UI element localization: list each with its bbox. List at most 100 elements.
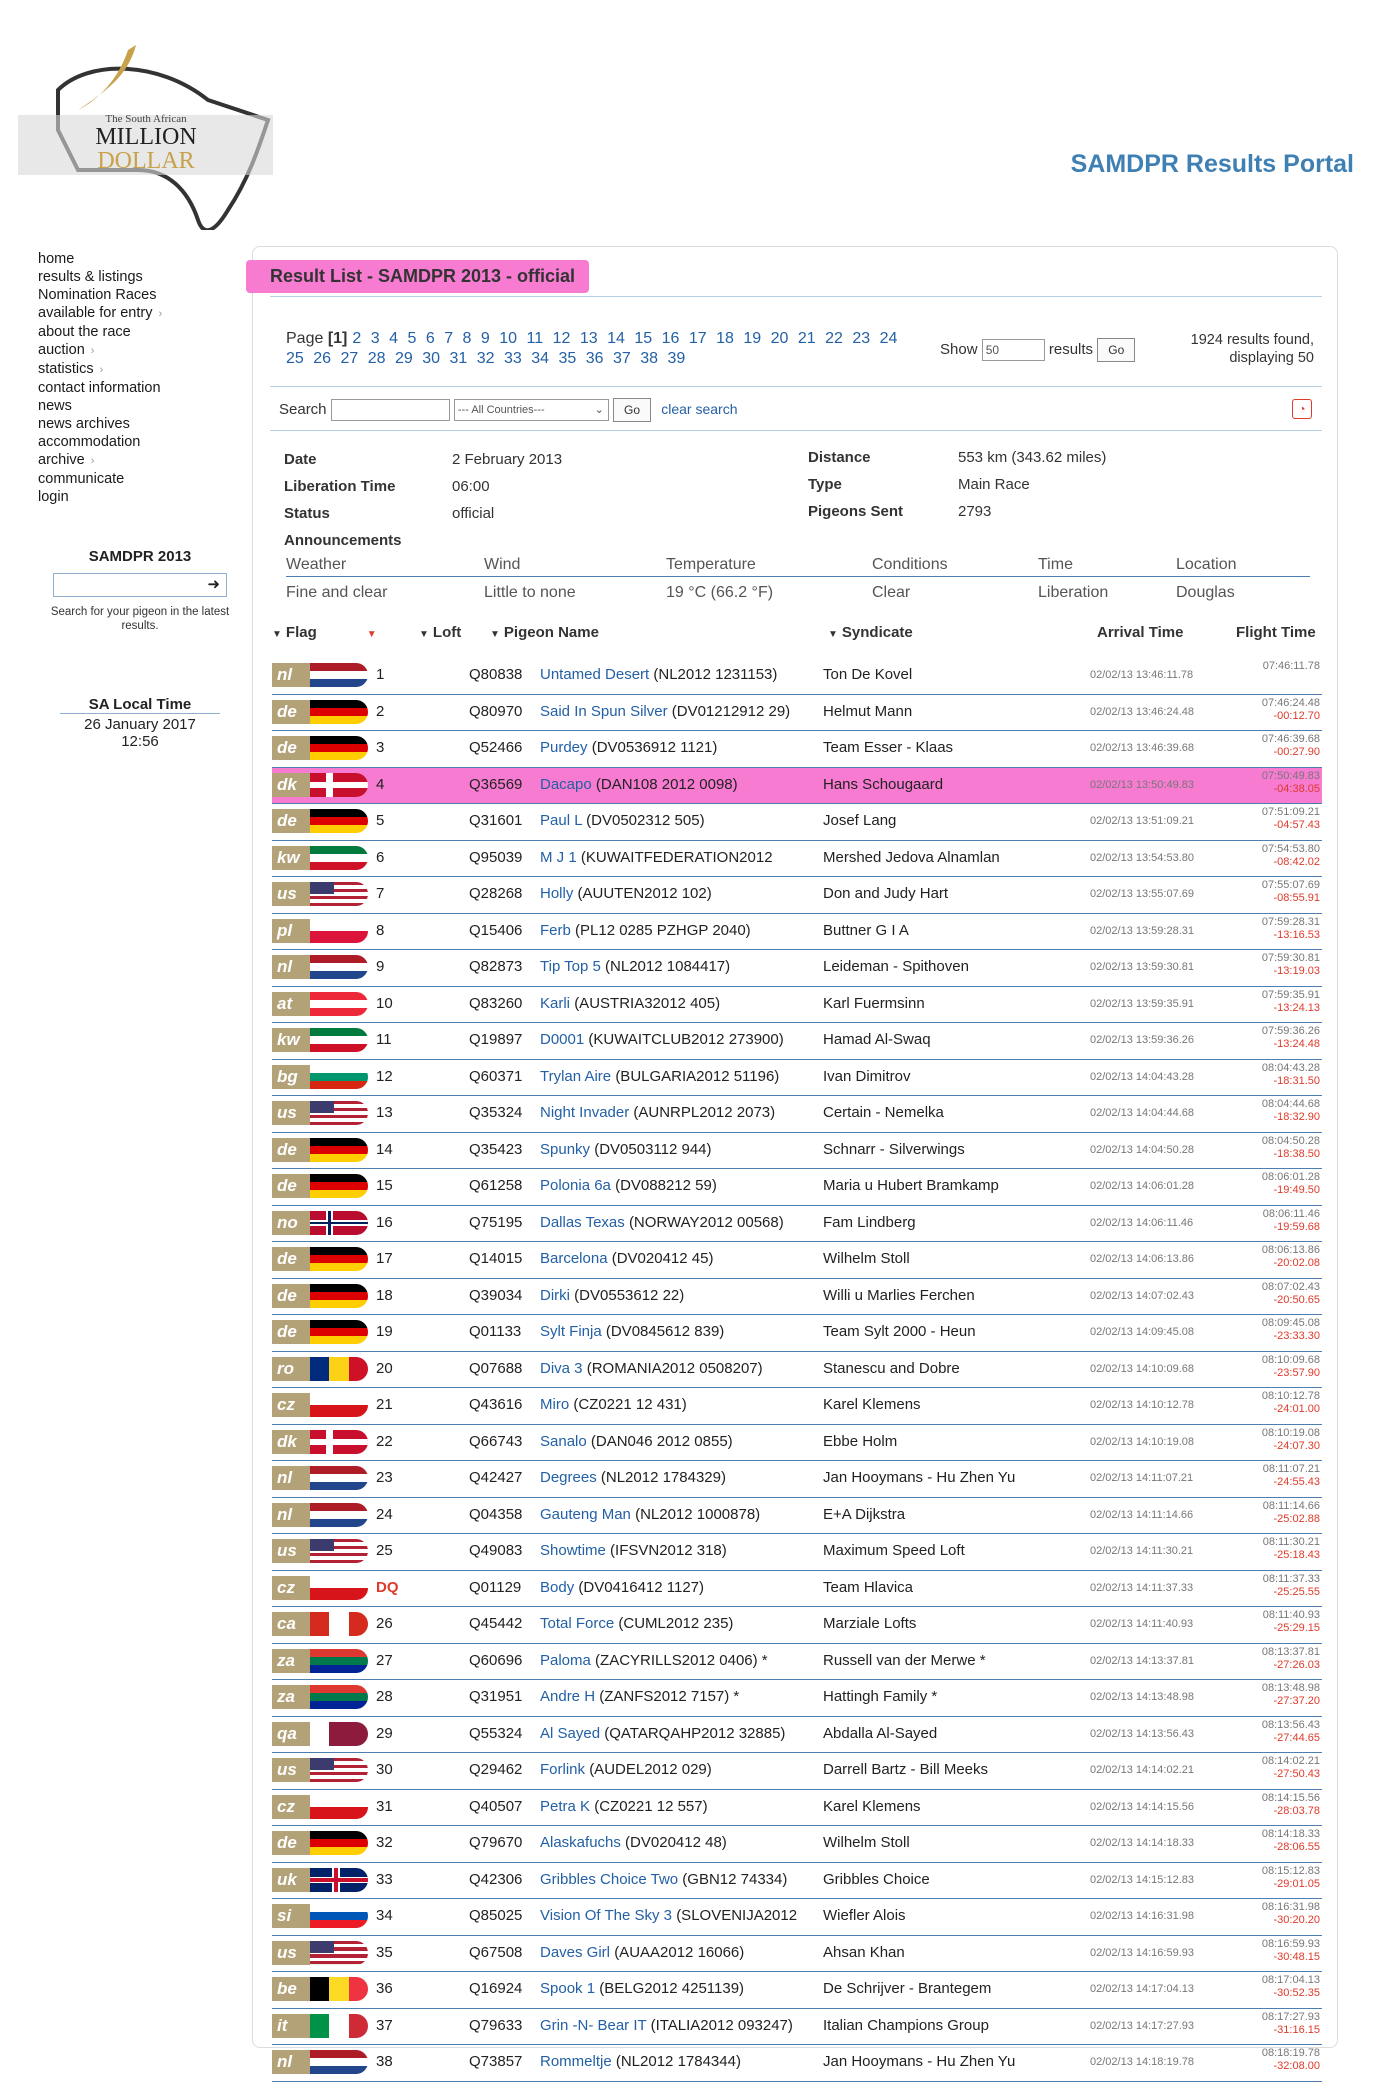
col-flight[interactable]: Flight Time (1236, 624, 1316, 641)
pigeon-name-link[interactable]: Karli (540, 995, 570, 1012)
table-row[interactable]: cz 31 Q40507 Petra K (CZ0221 12 557) Karel K… (272, 1790, 1322, 1826)
col-syndicate[interactable]: ▼ Syndicate (828, 624, 913, 641)
table-row[interactable]: de 14 Q35423 Spunky (DV0503112 944) Schnarr … (272, 1133, 1322, 1169)
pigeon-name-link[interactable]: M J 1 (540, 849, 577, 866)
page-link[interactable]: 13 (580, 330, 598, 347)
table-row[interactable]: us 13 Q35324 Night Invader (AUNRPL2012 2073… (272, 1096, 1322, 1133)
pigeon-name-link[interactable]: Vision Of The Sky 3 (540, 1907, 672, 1924)
table-row[interactable]: nl 24 Q04358 Gauteng Man (NL2012 1000878) E+… (272, 1498, 1322, 1534)
page-link[interactable]: 32 (477, 350, 495, 367)
pigeon-name-link[interactable]: Diva 3 (540, 1360, 583, 1377)
page-link[interactable]: 35 (559, 350, 577, 367)
pigeon-name-link[interactable]: Spunky (540, 1141, 590, 1158)
nav-statistics[interactable]: statistics › (38, 360, 162, 379)
table-row[interactable]: de 18 Q39034 Dirki (DV0553612 22) Willi u Ma… (272, 1279, 1322, 1315)
pigeon-name-link[interactable]: Polonia 6a (540, 1177, 611, 1194)
page-link[interactable]: 34 (531, 350, 549, 367)
page-link[interactable]: 8 (463, 330, 472, 347)
table-row[interactable]: it 37 Q79633 Grin -N- Bear IT (ITALIA2012 0… (272, 2009, 1322, 2045)
table-row[interactable]: de 32 Q79670 Alaskafuchs (DV020412 48) Wilhe… (272, 1826, 1322, 1863)
page-link[interactable]: 19 (743, 330, 761, 347)
page-link[interactable]: 12 (553, 330, 571, 347)
table-row[interactable]: nl 9 Q82873 Tip Top 5 (NL2012 1084417) Leide… (272, 950, 1322, 987)
pigeon-name-link[interactable]: Sanalo (540, 1433, 587, 1450)
page-link[interactable]: 5 (407, 330, 416, 347)
page-link[interactable]: 38 (640, 350, 658, 367)
pigeon-name-link[interactable]: Spook 1 (540, 1980, 595, 1997)
pigeon-name-link[interactable]: Al Sayed (540, 1725, 600, 1742)
table-row[interactable]: uk 33 Q42306 Gribbles Choice Two (GBN12 743… (272, 1863, 1322, 1899)
table-row[interactable]: dk 22 Q66743 Sanalo (DAN046 2012 0855) Ebbe … (272, 1425, 1322, 1461)
col-pigeon-name[interactable]: ▼ Pigeon Name (490, 624, 599, 641)
pigeon-name-link[interactable]: Body (540, 1579, 574, 1596)
pigeon-name-link[interactable]: Forlink (540, 1761, 585, 1778)
page-link[interactable]: 29 (395, 350, 413, 367)
page-link[interactable]: 2 (352, 330, 361, 347)
pigeon-name-link[interactable]: Dallas Texas (540, 1214, 625, 1231)
table-row[interactable]: cz DQ Q01129 Body (DV0416412 1127) Team Hlav… (272, 1571, 1322, 1607)
pigeon-name-link[interactable]: Gauteng Man (540, 1506, 631, 1523)
nav-news-archives[interactable]: news archives (38, 415, 162, 433)
pigeon-name-link[interactable]: Grin -N- Bear IT (540, 2017, 646, 2034)
page-link[interactable]: 31 (450, 350, 468, 367)
table-row[interactable]: ca 26 Q45442 Total Force (CUML2012 235) Marz… (272, 1607, 1322, 1644)
page-link[interactable]: 22 (825, 330, 843, 347)
pigeon-name-link[interactable]: Tip Top 5 (540, 958, 601, 975)
table-row[interactable]: nl 23 Q42427 Degrees (NL2012 1784329) Jan Ho… (272, 1461, 1322, 1498)
table-row[interactable]: de 19 Q01133 Sylt Finja (DV0845612 839) Team… (272, 1315, 1322, 1352)
page-link[interactable]: 7 (444, 330, 453, 347)
nav-available[interactable]: available for entry › (38, 304, 162, 323)
page-link[interactable]: 25 (286, 350, 304, 367)
page-link[interactable]: 27 (341, 350, 359, 367)
table-row[interactable]: ro 20 Q07688 Diva 3 (ROMANIA2012 0508207) St… (272, 1352, 1322, 1388)
pigeon-name-link[interactable]: Dirki (540, 1287, 570, 1304)
show-go-button[interactable]: Go (1097, 338, 1136, 362)
pigeon-name-link[interactable]: Daves Girl (540, 1944, 610, 1961)
show-count-input[interactable]: 50 (981, 339, 1045, 361)
pigeon-name-link[interactable]: Said In Spun Silver (540, 703, 668, 720)
nav-nomination[interactable]: Nomination Races (38, 286, 162, 304)
table-row[interactable]: kw 11 Q19897 D0001 (KUWAITCLUB2012 273900) H… (272, 1023, 1322, 1060)
pigeon-name-link[interactable]: Rommeltje (540, 2053, 612, 2070)
table-row[interactable]: no 16 Q75195 Dallas Texas (NORWAY2012 00568… (272, 1206, 1322, 1242)
page-link[interactable]: 14 (607, 330, 625, 347)
pigeon-name-link[interactable]: Miro (540, 1396, 569, 1413)
pigeon-name-link[interactable]: Paloma (540, 1652, 591, 1669)
page-link[interactable]: 20 (771, 330, 789, 347)
table-row[interactable]: nl 38 Q73857 Rommeltje (NL2012 1784344) Jan … (272, 2045, 1322, 2082)
table-row[interactable]: de 2 Q80970 Said In Spun Silver (DV01212912… (272, 695, 1322, 731)
table-row[interactable]: si 34 Q85025 Vision Of The Sky 3 (SLOVENIJA… (272, 1899, 1322, 1936)
pigeon-name-link[interactable]: Untamed Desert (540, 666, 649, 683)
table-row[interactable]: cz 21 Q43616 Miro (CZ0221 12 431) Karel Klem… (272, 1388, 1322, 1425)
page-link[interactable]: 23 (852, 330, 870, 347)
rss-feed-icon[interactable]: ◔ (1292, 399, 1312, 419)
table-row[interactable]: at 10 Q83260 Karli (AUSTRIA32012 405) Karl F… (272, 987, 1322, 1023)
page-link[interactable]: 3 (371, 330, 380, 347)
table-row[interactable]: de 3 Q52466 Purdey (DV0536912 1121) Team Ess… (272, 731, 1322, 768)
page-link[interactable]: 30 (422, 350, 440, 367)
nav-about[interactable]: about the race (38, 323, 162, 341)
pigeon-name-link[interactable]: Night Invader (540, 1104, 629, 1121)
table-row[interactable]: bg 12 Q60371 Trylan Aire (BULGARIA2012 5119… (272, 1060, 1322, 1096)
table-row[interactable]: de 15 Q61258 Polonia 6a (DV088212 59) Maria … (272, 1169, 1322, 1206)
pigeon-name-link[interactable]: Dacapo (540, 776, 592, 793)
nav-accommodation[interactable]: accommodation (38, 433, 162, 451)
table-row[interactable]: qa 29 Q55324 Al Sayed (QATARQAHP2012 32885)… (272, 1717, 1322, 1753)
pigeon-search-input[interactable]: ➜ (53, 573, 227, 597)
pigeon-name-link[interactable]: Paul L (540, 812, 582, 829)
page-link[interactable]: 4 (389, 330, 398, 347)
page-link[interactable]: 10 (499, 330, 517, 347)
page-link[interactable]: 33 (504, 350, 522, 367)
page-link[interactable]: 15 (634, 330, 652, 347)
page-link[interactable]: 6 (426, 330, 435, 347)
table-row[interactable]: za 28 Q31951 Andre H (ZANFS2012 7157) * Hatt… (272, 1680, 1322, 1717)
page-link[interactable]: 36 (586, 350, 604, 367)
pigeon-name-link[interactable]: Ferb (540, 922, 571, 939)
nav-contact[interactable]: contact information (38, 379, 162, 397)
pigeon-name-link[interactable]: Gribbles Choice Two (540, 1871, 678, 1888)
pigeon-name-link[interactable]: Alaskafuchs (540, 1834, 621, 1851)
table-row[interactable]: kw 6 Q95039 M J 1 (KUWAITFEDERATION2012 Mers… (272, 841, 1322, 877)
page-link[interactable]: 28 (368, 350, 386, 367)
pigeon-name-link[interactable]: Total Force (540, 1615, 614, 1632)
arrow-right-icon[interactable]: ➜ (207, 576, 220, 593)
